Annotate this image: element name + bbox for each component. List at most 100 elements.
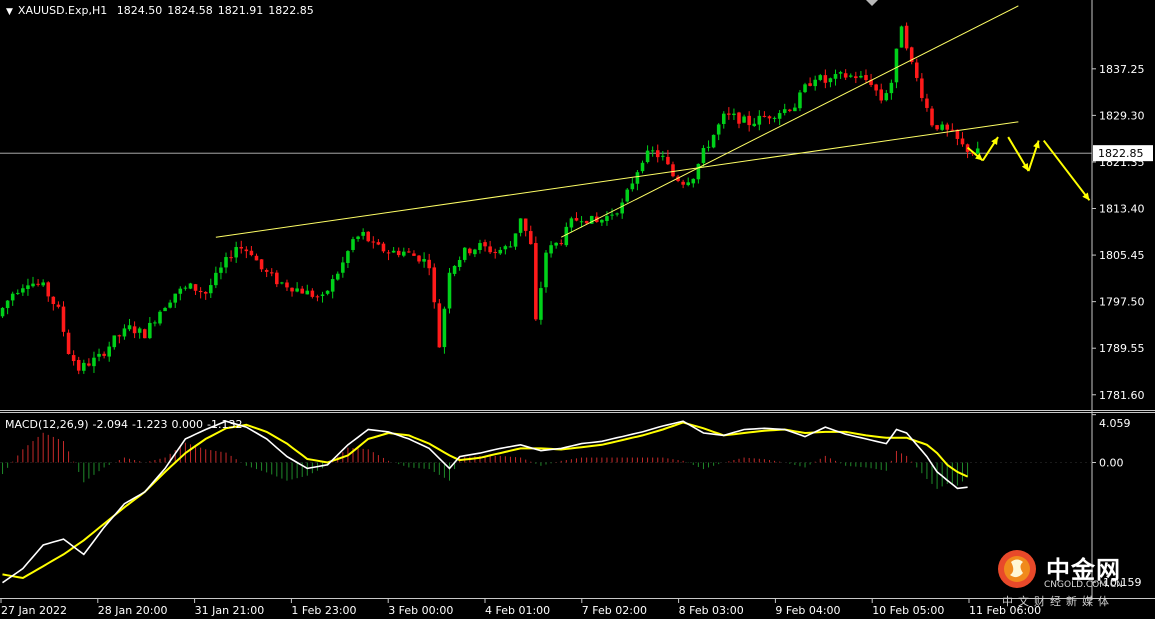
candle-body [407, 251, 411, 253]
cngold-logo-icon [998, 550, 1036, 588]
candle-body [178, 288, 183, 294]
low-value: 1821.91 [217, 4, 264, 17]
candle-body [315, 296, 320, 298]
candle-body [523, 218, 528, 231]
candle-body [630, 183, 635, 190]
chart-header[interactable]: ▼ XAUUSD.Exp,H1 1824.50 1824.58 1821.91 1822… [6, 4, 319, 17]
candle-body [528, 231, 533, 245]
candle-body [209, 285, 213, 294]
candle-body [727, 113, 731, 115]
candle-body [803, 84, 807, 93]
candle-body [508, 246, 513, 248]
candle-body [620, 202, 624, 214]
candle-body [290, 287, 294, 292]
candle-body [874, 84, 878, 91]
candle-body [549, 245, 553, 254]
time-tick-label: 28 Jan 20:00 [98, 604, 168, 617]
macd-header: MACD(12,26,9) -2.094 -1.223 0.000 -1.132 [5, 418, 246, 431]
candle-body [432, 267, 437, 303]
candle-body [782, 109, 787, 113]
candle-body [864, 75, 868, 81]
scroll-marker-icon [866, 0, 878, 6]
candle-body [950, 129, 955, 131]
candle-body [483, 242, 487, 247]
time-tick-label: 27 Jan 2022 [1, 604, 67, 617]
candle-body [66, 332, 71, 355]
candle-body [914, 62, 919, 78]
time-tick-label: 1 Feb 23:00 [291, 604, 356, 617]
candle-body [402, 251, 406, 256]
macd-value-1: -2.094 [92, 418, 129, 431]
candle-body [696, 163, 701, 180]
candle-body [219, 267, 223, 273]
candle-body [930, 108, 934, 126]
candle-body [818, 75, 823, 80]
candle-body [249, 250, 254, 256]
current-price-label: 1822.85 [1098, 147, 1144, 160]
candle-body [940, 124, 944, 130]
candle-body [244, 249, 249, 252]
watermark-name-en: CNGOLD.COM.CN [1044, 580, 1123, 590]
candle-body [36, 283, 40, 285]
candle-body [5, 300, 10, 309]
candle-body [828, 78, 833, 83]
candle-body [158, 311, 162, 324]
candle-body [706, 146, 711, 148]
candle-body [640, 162, 645, 172]
candle-body [427, 259, 431, 269]
price-tick-label: 1805.45 [1099, 249, 1145, 262]
candle-body [843, 73, 848, 78]
macd-signal-line [2, 421, 969, 580]
candle-body [960, 138, 965, 145]
candle-body [711, 134, 716, 148]
candle-body [41, 282, 45, 286]
candle-body [681, 181, 685, 185]
candle-body [721, 113, 726, 124]
time-tick-label: 9 Feb 04:00 [775, 604, 840, 617]
dropdown-triangle-icon[interactable]: ▼ [6, 7, 13, 17]
candle-body [798, 92, 802, 109]
candle-body [61, 306, 66, 332]
candle-body [899, 26, 904, 48]
candle-body [671, 164, 675, 177]
candle-body [224, 257, 228, 268]
candle-body [381, 243, 386, 252]
candle-body [513, 233, 518, 247]
candle-body [87, 363, 91, 366]
candle-body [214, 272, 218, 286]
candle-body [793, 107, 797, 112]
time-tick-label: 31 Jan 21:00 [195, 604, 265, 617]
candle-body [518, 218, 523, 233]
candle-body [71, 355, 76, 362]
candle-body [808, 83, 812, 86]
candle-body [269, 272, 274, 274]
candle-body [163, 307, 167, 312]
time-tick-label: 7 Feb 02:00 [582, 604, 647, 617]
candle-body [488, 246, 492, 253]
watermark: 中金网 CNGOLD.COM.CN 中文财经新媒体 [996, 546, 1146, 610]
price-tick-label: 1813.40 [1099, 203, 1145, 216]
candle-body [757, 115, 762, 125]
candle-body [473, 249, 477, 255]
candle-body [295, 288, 299, 292]
candle-body [732, 113, 736, 116]
candle-body [351, 239, 355, 250]
trendline [215, 121, 1019, 238]
time-tick-label: 4 Feb 01:00 [485, 604, 550, 617]
candle-body [569, 218, 574, 228]
candle-body [945, 124, 950, 130]
candle-body [838, 72, 843, 74]
time-tick-label: 3 Feb 00:00 [388, 604, 453, 617]
candle-body [462, 247, 467, 260]
candle-body [747, 115, 751, 126]
watermark-tagline: 中文财经新媒体 [1002, 595, 1114, 608]
candle-body [859, 75, 863, 78]
candle-body [142, 329, 147, 339]
candle-body [264, 270, 269, 272]
macd-value-2: -1.223 [132, 418, 168, 431]
candle-body [610, 214, 614, 216]
candle-body [10, 293, 15, 301]
forecast-arrowhead [1033, 140, 1040, 149]
open-value: 1824.50 [116, 4, 163, 17]
macd-tick-label: 0.00 [1099, 456, 1124, 469]
